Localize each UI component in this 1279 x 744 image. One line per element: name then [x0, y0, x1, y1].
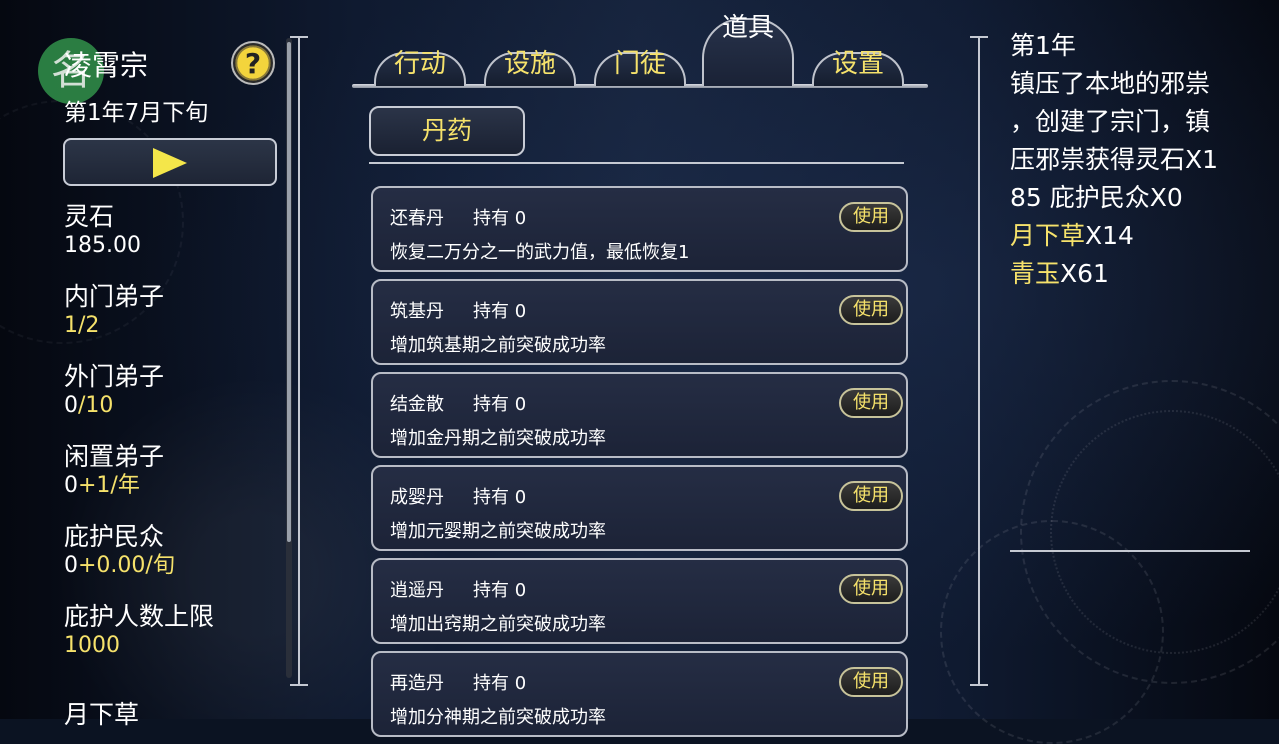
item-card: 再造丹 持有 0 增加分神期之前突破成功率 使用 — [371, 651, 908, 737]
use-item-button[interactable]: 使用 — [839, 295, 903, 325]
stat-item: 灵石 185.00 — [64, 202, 141, 260]
use-item-button[interactable]: 使用 — [839, 667, 903, 697]
use-item-button[interactable]: 使用 — [839, 574, 903, 604]
sect-status-panel: 名 凌霄宗 第1年7月下旬 ? 灵石 185.00 内门弟子 1/2 外门弟子 0/10 闲… — [0, 0, 300, 729]
stat-label: 闲置弟子 — [64, 442, 165, 471]
tab-item[interactable]: 门徒 — [588, 38, 692, 86]
stat-label: 灵石 — [64, 202, 115, 231]
log-line: 月下草X14 — [1010, 217, 1260, 255]
divider-cap — [970, 684, 988, 686]
item-card: 逍遥丹 持有 0 增加出窍期之前突破成功率 使用 — [371, 558, 908, 644]
help-button[interactable]: ? — [231, 41, 275, 85]
stat-item: 内门弟子 1/2 — [64, 282, 164, 340]
item-description: 增加金丹期之前突破成功率 — [390, 428, 606, 449]
item-card: 结金散 持有 0 增加金丹期之前突破成功率 使用 — [371, 372, 908, 458]
item-card: 成婴丹 持有 0 增加元婴期之前突破成功率 使用 — [371, 465, 908, 551]
stat-value-part: 1000 — [64, 633, 120, 658]
item-hold-count: 持有 0 — [473, 394, 527, 415]
item-card: 还春丹 持有 0 恢复二万分之一的武力值，最低恢复1 使用 — [371, 186, 908, 272]
stat-value-part: +1/年 — [78, 473, 140, 498]
item-hold-count: 持有 0 — [473, 208, 527, 229]
divider-cap — [290, 684, 308, 686]
use-item-button[interactable]: 使用 — [839, 388, 903, 418]
item-description: 增加筑基期之前突破成功率 — [390, 335, 606, 356]
stats-scrollbar-thumb[interactable] — [287, 42, 291, 542]
item-hold-count: 持有 0 — [473, 673, 527, 694]
item-name: 再造丹 — [390, 673, 444, 694]
tab-label: 设施 — [503, 49, 556, 79]
log-line: 压邪祟获得灵石X1 — [1010, 145, 1219, 174]
stat-item: 月下草 — [64, 700, 139, 730]
item-description: 增加元婴期之前突破成功率 — [390, 521, 606, 542]
play-icon — [153, 148, 187, 178]
divider-cap — [290, 36, 308, 38]
cloud-pattern-decoration — [940, 520, 1164, 744]
log-line: 第1年 — [1010, 31, 1076, 60]
stat-value-part: 0 — [64, 553, 78, 578]
stat-value-part: 0 — [64, 393, 78, 418]
item-name: 逍遥丹 — [390, 580, 444, 601]
tab-label: 门徒 — [613, 49, 666, 79]
tab-label: 设置 — [831, 49, 884, 79]
log-line: 青玉X61 — [1010, 255, 1260, 293]
use-item-button[interactable]: 使用 — [839, 202, 903, 232]
tab-item[interactable]: 设置 — [806, 38, 910, 86]
log-text-part: 月下草 — [1010, 221, 1086, 250]
divider-rod-right — [978, 36, 980, 686]
stat-value-part: 0 — [64, 473, 78, 498]
log-line: 85 庇护民众X0 — [1010, 183, 1183, 212]
stat-value-part: +0.00/旬 — [78, 553, 175, 578]
tab-label: 道具 — [721, 13, 774, 43]
stat-value-part: /10 — [78, 393, 114, 418]
item-name: 结金散 — [390, 394, 444, 415]
log-line: ，创建了宗门，镇 — [1010, 107, 1211, 136]
item-name: 筑基丹 — [390, 301, 444, 322]
stat-label: 庇护人数上限 — [64, 602, 215, 631]
category-button-pills[interactable]: 丹药 — [369, 106, 525, 156]
event-log: 第1年镇压了本地的邪祟 ，创建了宗门，镇 压邪祟获得灵石X1 85 庇护民众X0 月下草… — [1010, 27, 1260, 293]
stat-value-part: 1/2 — [64, 313, 100, 338]
category-divider — [369, 162, 904, 164]
log-text-part: X61 — [1060, 259, 1109, 288]
stat-label: 外门弟子 — [64, 362, 165, 391]
tab-active[interactable]: 道具 — [696, 8, 800, 86]
stat-value-part: 185.00 — [64, 233, 141, 258]
use-item-button[interactable]: 使用 — [839, 481, 903, 511]
stat-item: 庇护民众 0+0.00/旬 — [64, 522, 175, 580]
event-log-divider — [1010, 550, 1250, 552]
log-text-part: X14 — [1085, 221, 1134, 250]
game-date: 第1年7月下旬 — [64, 100, 209, 126]
stat-label: 月下草 — [64, 700, 140, 729]
tab-item[interactable]: 设施 — [478, 38, 582, 86]
stat-item: 闲置弟子 0+1/年 — [64, 442, 164, 500]
stat-item: 外门弟子 0/10 — [64, 362, 164, 420]
item-card: 筑基丹 持有 0 增加筑基期之前突破成功率 使用 — [371, 279, 908, 365]
log-line: 镇压了本地的邪祟 — [1010, 69, 1211, 98]
stat-value: 1/2 — [64, 312, 164, 340]
stat-item: 庇护人数上限 1000 — [64, 602, 214, 660]
stat-value: 0+1/年 — [64, 472, 164, 500]
stat-value: 1000 — [64, 632, 214, 660]
item-hold-count: 持有 0 — [473, 580, 527, 601]
item-hold-count: 持有 0 — [473, 487, 527, 508]
item-description: 增加分神期之前突破成功率 — [390, 707, 606, 728]
divider-rod-left — [298, 36, 300, 686]
item-name: 还春丹 — [390, 208, 444, 229]
item-name: 成婴丹 — [390, 487, 444, 508]
item-hold-count: 持有 0 — [473, 301, 527, 322]
divider-cap — [970, 36, 988, 38]
item-description: 增加出窍期之前突破成功率 — [390, 614, 606, 635]
tab-item[interactable]: 行动 — [368, 38, 472, 86]
stat-value: 0+0.00/旬 — [64, 552, 175, 580]
play-next-turn-button[interactable] — [63, 138, 277, 186]
log-text-part: 青玉 — [1010, 259, 1061, 288]
stat-value: 0/10 — [64, 392, 164, 420]
stat-label: 庇护民众 — [64, 522, 165, 551]
stat-value: 185.00 — [64, 232, 141, 260]
item-description: 恢复二万分之一的武力值，最低恢复1 — [390, 242, 690, 263]
sect-name: 凌霄宗 — [64, 49, 149, 82]
tab-label: 行动 — [393, 49, 446, 79]
stat-label: 内门弟子 — [64, 282, 165, 311]
